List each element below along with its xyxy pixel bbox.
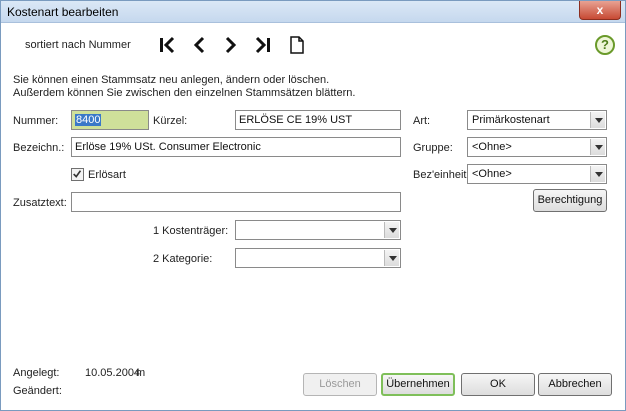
kostentraeger-combo[interactable]	[235, 220, 401, 240]
bezeichnung-label: Bezeichn.:	[13, 142, 65, 154]
dialog-content: sortiert nach Nummer ? Sie können einen …	[5, 23, 621, 408]
gruppe-label: Gruppe:	[413, 142, 453, 154]
gruppe-combo[interactable]: <Ohne>	[467, 137, 607, 157]
chevron-down-icon[interactable]	[590, 112, 605, 128]
checkmark-icon	[73, 170, 82, 178]
art-value: Primärkostenart	[472, 114, 550, 126]
chevron-down-icon[interactable]	[384, 222, 399, 238]
kuerzel-field[interactable]: ERLÖSE CE 19% UST	[235, 110, 401, 130]
sort-label: sortiert nach Nummer	[25, 39, 131, 51]
art-combo[interactable]: Primärkostenart	[467, 110, 607, 130]
geaendert-label: Geändert:	[13, 385, 62, 397]
bezeinheit-label: Bez'einheit:	[413, 169, 470, 181]
kategorie-combo[interactable]	[235, 248, 401, 268]
gruppe-value: <Ohne>	[472, 141, 512, 153]
angelegt-user: m	[136, 367, 146, 379]
erloesart-label: Erlösart	[88, 169, 126, 181]
chevron-down-icon[interactable]	[590, 139, 605, 155]
title-bar[interactable]: Kostenart bearbeiten x	[1, 1, 625, 23]
chevron-down-icon[interactable]	[384, 250, 399, 266]
kategorie-label: 2 Kategorie:	[153, 253, 213, 265]
bezeinheit-combo[interactable]: <Ohne>	[467, 164, 607, 184]
berechtigung-button[interactable]: Berechtigung	[533, 189, 607, 212]
kostentraeger-label: 1 Kostenträger:	[153, 225, 229, 237]
dialog-window: Kostenart bearbeiten x sortiert nach Num…	[0, 0, 626, 411]
help-icon[interactable]: ?	[595, 35, 615, 55]
close-button[interactable]: x	[579, 1, 621, 20]
new-document-icon[interactable]	[287, 35, 307, 55]
zusatztext-field[interactable]	[71, 192, 401, 212]
angelegt-date: 10.05.2004	[85, 367, 141, 379]
info-line-1: Sie können einen Stammsatz neu anlegen, …	[13, 74, 330, 86]
kuerzel-label: Kürzel:	[153, 115, 188, 127]
bezeinheit-value: <Ohne>	[472, 168, 512, 180]
info-line-2: Außerdem können Sie zwischen den einzeln…	[13, 87, 356, 99]
zusatztext-label: Zusatztext:	[13, 197, 67, 209]
next-record-icon[interactable]	[221, 35, 241, 55]
abbrechen-button[interactable]: Abbrechen	[538, 373, 612, 396]
nummer-field[interactable]: 8400	[71, 110, 149, 130]
loeschen-button[interactable]: Löschen	[303, 373, 377, 396]
nummer-value: 8400	[75, 114, 102, 126]
erloesart-checkbox[interactable]	[71, 168, 84, 181]
nummer-label: Nummer:	[13, 115, 59, 127]
uebernehmen-button[interactable]: Übernehmen	[381, 373, 455, 396]
last-record-icon[interactable]	[253, 35, 273, 55]
angelegt-label: Angelegt:	[13, 367, 60, 379]
art-label: Art:	[413, 115, 431, 127]
chevron-down-icon[interactable]	[590, 166, 605, 182]
first-record-icon[interactable]	[157, 35, 177, 55]
previous-record-icon[interactable]	[189, 35, 209, 55]
bezeichnung-field[interactable]: Erlöse 19% USt. Consumer Electronic	[71, 137, 401, 157]
ok-button[interactable]: OK	[461, 373, 535, 396]
window-title: Kostenart bearbeiten	[7, 5, 119, 19]
